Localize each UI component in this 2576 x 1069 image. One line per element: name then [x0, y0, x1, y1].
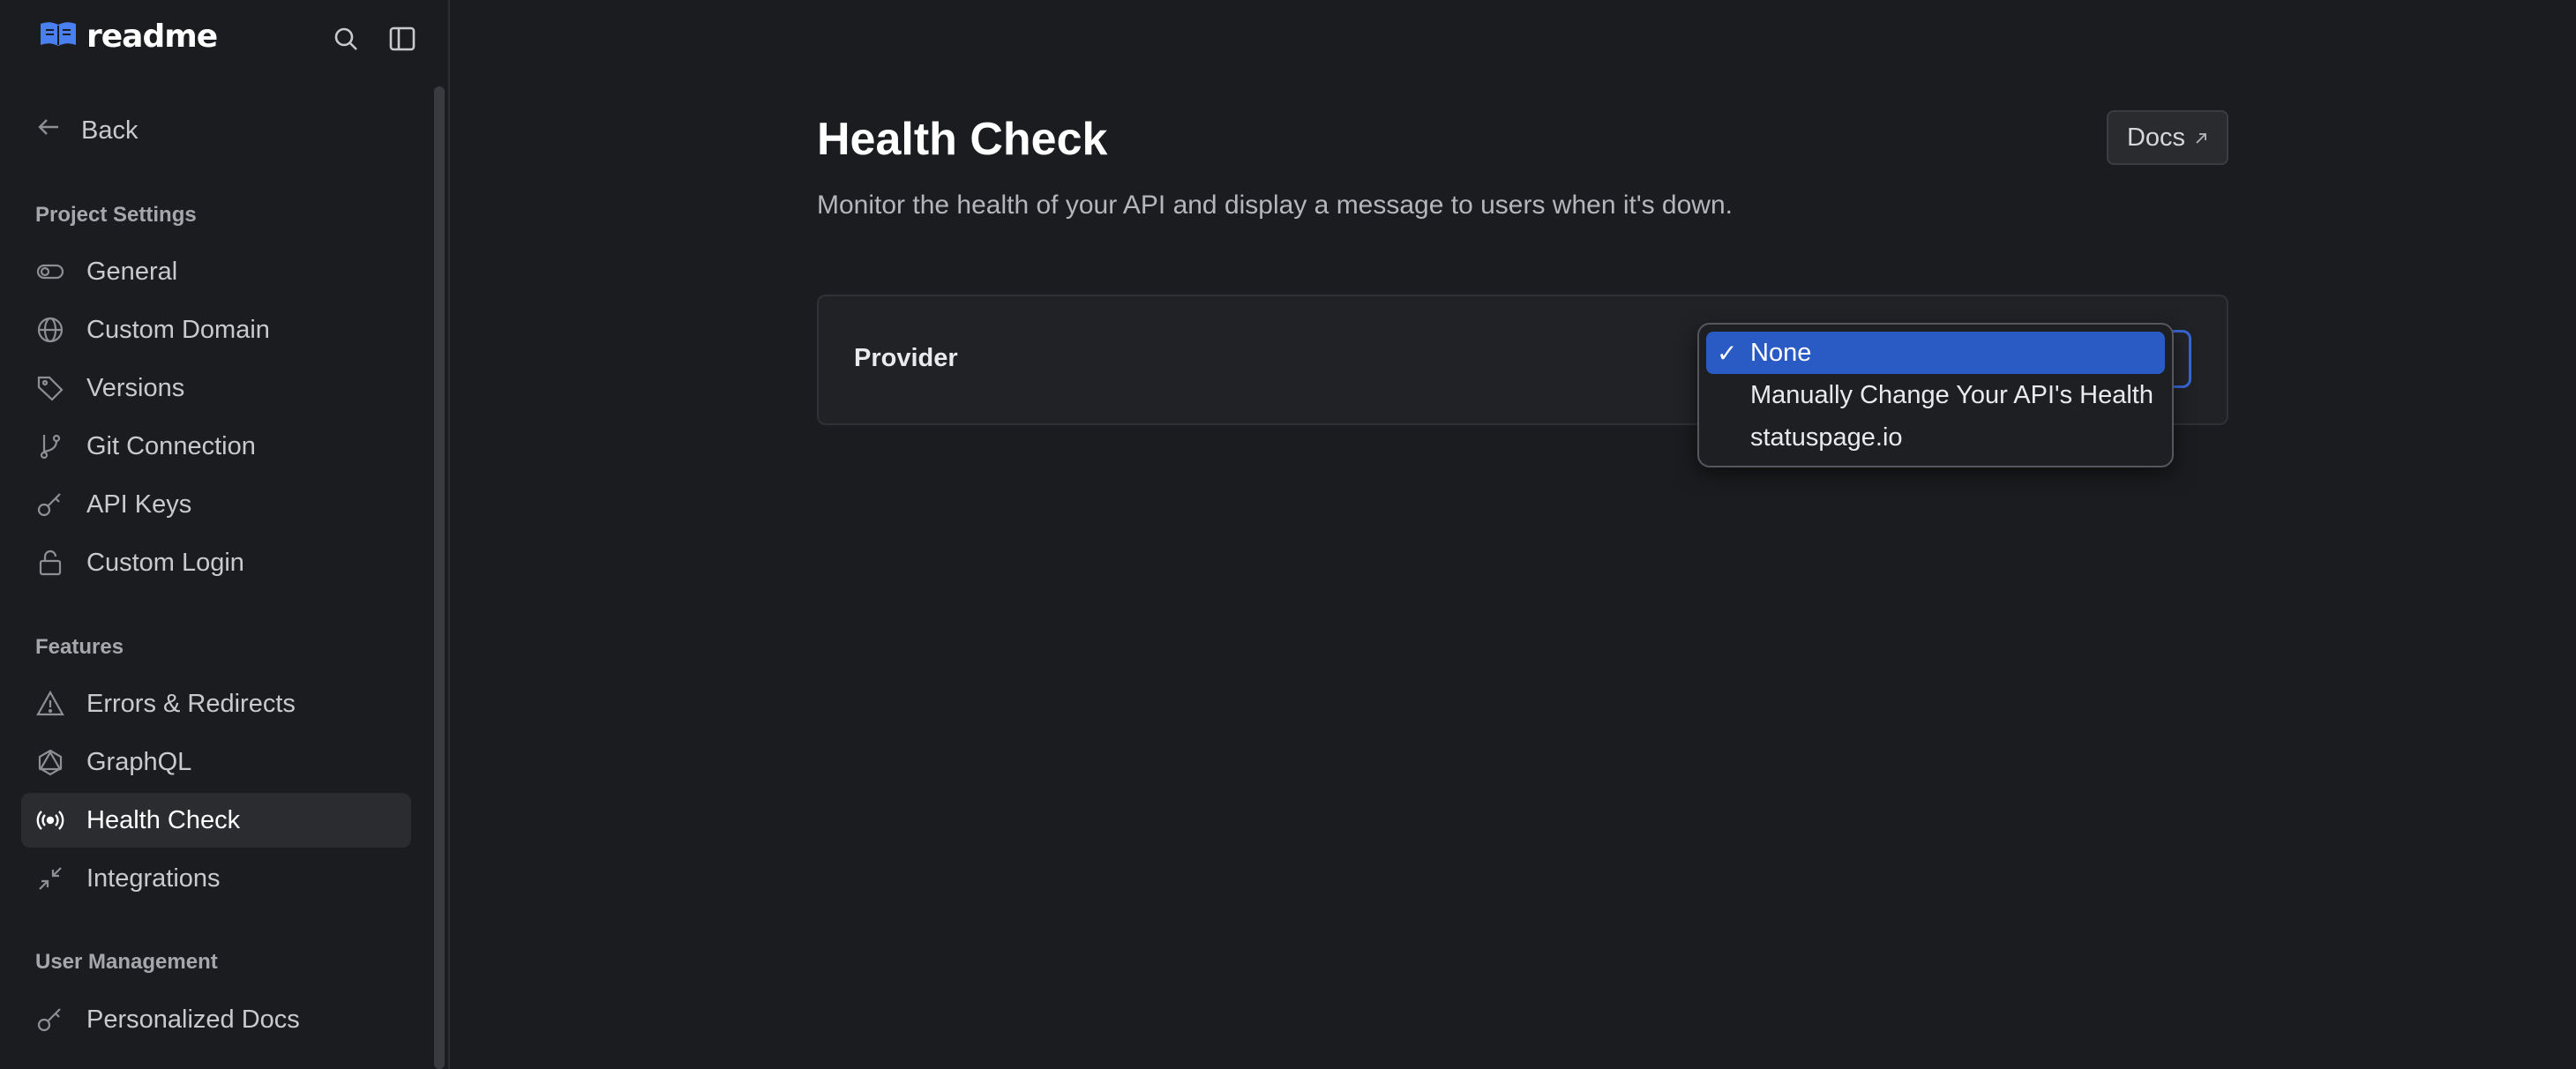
warning-icon: [35, 689, 65, 719]
tag-icon: [35, 373, 65, 403]
arrow-left-icon: [35, 114, 62, 147]
sidebar-item-errors-redirects[interactable]: Errors & Redirects: [21, 677, 411, 731]
sidebar-item-graphql[interactable]: GraphQL: [21, 735, 411, 789]
sidebar-item-api-keys[interactable]: API Keys: [21, 477, 411, 532]
sidebar: readme Back Project Settings General Cus…: [0, 0, 450, 1069]
collapse-arrows-icon: [35, 863, 65, 893]
option-label: statuspage.io: [1750, 422, 1903, 452]
sidebar-item-label: Versions: [86, 373, 185, 402]
option-label: Manually Change Your API's Health: [1750, 380, 2153, 409]
provider-option-none[interactable]: ✓ None: [1706, 332, 2165, 374]
sidebar-item-label: Personalized Docs: [86, 1005, 300, 1034]
sidebar-item-general[interactable]: General: [21, 244, 411, 299]
sidebar-item-integrations[interactable]: Integrations: [21, 851, 411, 906]
sidebar-item-custom-login[interactable]: Custom Login: [21, 535, 411, 590]
external-link-icon: [2194, 123, 2208, 153]
logo-text: readme: [86, 19, 218, 55]
docs-button[interactable]: Docs: [2107, 110, 2228, 165]
search-icon[interactable]: [330, 23, 362, 55]
sidebar-item-label: Integrations: [86, 863, 221, 893]
sidebar-item-label: Git Connection: [86, 431, 256, 460]
broadcast-icon: [35, 805, 65, 835]
docs-button-label: Docs: [2126, 123, 2186, 152]
sidebar-item-label: General: [86, 257, 178, 286]
sidebar-item-label: API Keys: [86, 490, 192, 519]
key-icon: [35, 490, 65, 520]
globe-icon: [35, 315, 65, 345]
lock-icon: [35, 548, 65, 578]
sidebar-item-label: Errors & Redirects: [86, 689, 296, 718]
sidebar-item-label: GraphQL: [86, 747, 192, 776]
section-title-project-settings: Project Settings: [35, 203, 197, 227]
page-title: Health Check: [817, 114, 1108, 165]
graphql-icon: [35, 747, 65, 777]
back-label: Back: [81, 116, 139, 145]
sidebar-item-versions[interactable]: Versions: [21, 361, 411, 415]
sidebar-scrollbar[interactable]: [434, 86, 445, 1069]
provider-option-statuspage[interactable]: statuspage.io: [1706, 416, 2165, 459]
provider-option-manual[interactable]: Manually Change Your API's Health: [1706, 374, 2165, 416]
back-link[interactable]: Back: [35, 113, 138, 148]
sidebar-toggle-icon[interactable]: [386, 23, 418, 55]
sidebar-item-label: Custom Login: [86, 548, 244, 577]
page-description: Monitor the health of your API and displ…: [817, 191, 1733, 220]
toggle-icon: [35, 257, 65, 287]
sidebar-item-personalized-docs[interactable]: Personalized Docs: [21, 992, 411, 1047]
git-branch-icon: [35, 431, 65, 461]
sidebar-item-label: Custom Domain: [86, 315, 270, 344]
checkmark-icon: ✓: [1717, 340, 1738, 367]
sidebar-item-label: Health Check: [86, 805, 241, 834]
provider-label: Provider: [854, 344, 958, 372]
key-icon: [35, 1005, 65, 1035]
sidebar-item-health-check[interactable]: Health Check: [21, 793, 411, 848]
book-logo-icon: [39, 20, 78, 55]
sidebar-item-git-connection[interactable]: Git Connection: [21, 419, 411, 474]
section-title-user-management: User Management: [35, 950, 218, 974]
provider-dropdown[interactable]: ✓ None Manually Change Your API's Health…: [1697, 323, 2174, 467]
sidebar-item-custom-domain[interactable]: Custom Domain: [21, 303, 411, 357]
section-title-features: Features: [35, 635, 124, 659]
option-label: None: [1750, 338, 1812, 367]
readme-logo[interactable]: readme: [39, 19, 218, 55]
